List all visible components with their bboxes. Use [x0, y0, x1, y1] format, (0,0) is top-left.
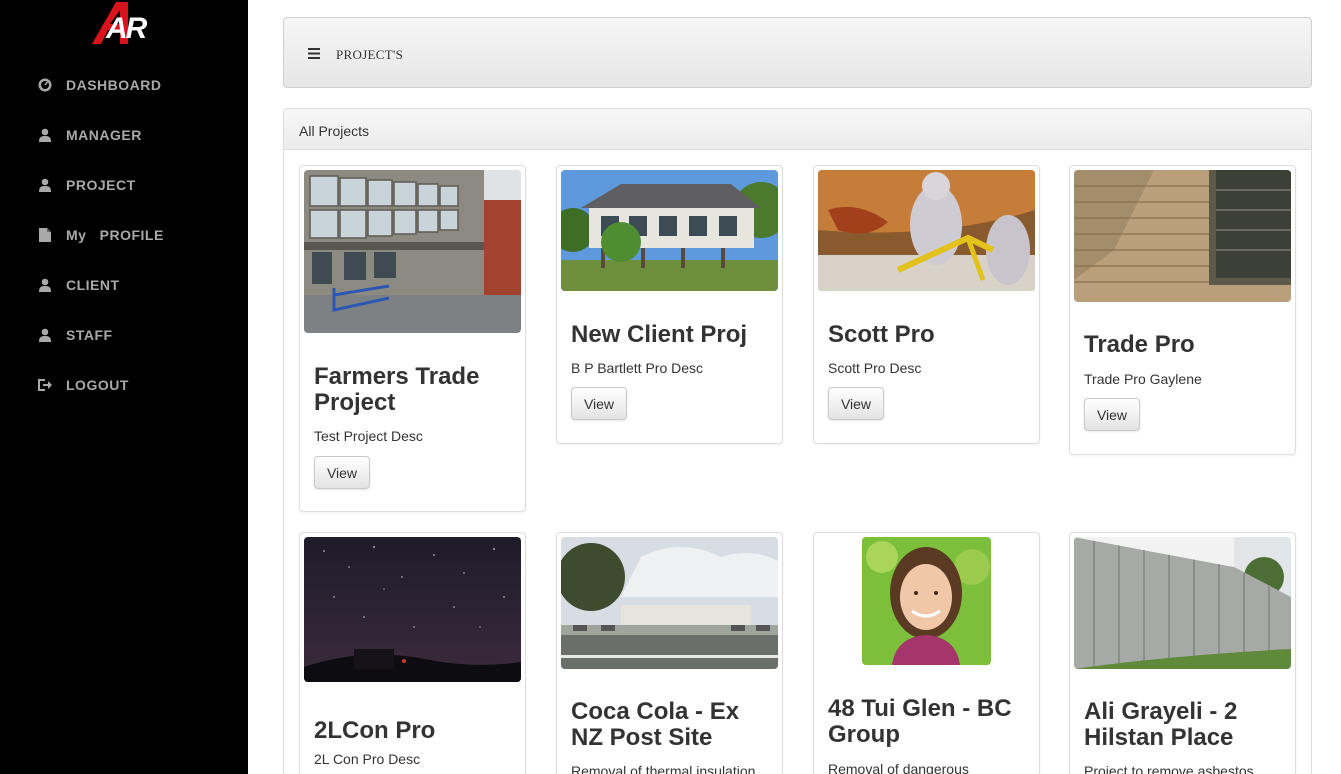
fence-photo[interactable]	[1074, 537, 1291, 669]
project-desc: Removal of thermal insulation	[571, 763, 756, 774]
project-card: Scott Pro Scott Pro Desc View	[813, 165, 1040, 444]
project-card: 2LCon Pro 2L Con Pro Desc	[299, 532, 526, 774]
street-view-photo[interactable]	[561, 537, 778, 669]
page-header: PROJECT'S	[283, 17, 1312, 88]
nav-label: MANAGER	[66, 127, 142, 143]
project-desc: Removal of dangerous	[828, 761, 969, 774]
nav-label: PROJECT	[66, 177, 136, 193]
project-card: Ali Grayeli - 2 Hilstan Place Project to…	[1069, 532, 1296, 774]
brick-wall-photo[interactable]	[1074, 170, 1291, 302]
user-icon	[36, 326, 54, 344]
project-title: Coca Cola - Ex NZ Post Site	[571, 698, 740, 751]
sidebar: AR DASHBOARD MANAGER PROJECT My PROFILE	[0, 0, 248, 774]
nav-item-dashboard[interactable]: DASHBOARD	[36, 70, 162, 100]
project-title: Trade Pro	[1084, 331, 1195, 358]
user-icon	[36, 176, 54, 194]
asbestos-worker-photo[interactable]	[818, 170, 1035, 291]
view-button[interactable]: View	[1084, 398, 1140, 431]
house-photo[interactable]	[561, 170, 778, 291]
menu-icon[interactable]	[308, 46, 322, 59]
project-card: Farmers Trade Project Test Project Desc …	[299, 165, 526, 512]
project-title: 48 Tui Glen - BC Group	[828, 695, 1012, 748]
nav-label: LOGOUT	[66, 377, 129, 393]
user-icon	[36, 276, 54, 294]
project-desc: B P Bartlett Pro Desc	[571, 360, 704, 376]
dashboard-icon	[36, 76, 54, 94]
nav-label: STAFF	[66, 327, 113, 343]
nav-item-project[interactable]: PROJECT	[36, 170, 136, 200]
project-desc: Test Project Desc	[314, 428, 423, 444]
project-title: Farmers Trade Project	[314, 363, 480, 416]
view-button[interactable]: View	[571, 387, 627, 420]
logout-icon	[36, 376, 54, 394]
view-button[interactable]: View	[828, 387, 884, 420]
project-desc: 2L Con Pro Desc	[314, 751, 421, 767]
panel-heading: All Projects	[284, 109, 1311, 150]
nav-label: CLIENT	[66, 277, 120, 293]
app-logo[interactable]: AR	[88, 0, 160, 50]
nav-item-logout[interactable]: LOGOUT	[36, 370, 129, 400]
project-card: Coca Cola - Ex NZ Post Site Removal of t…	[556, 532, 783, 774]
project-desc: Trade Pro Gaylene	[1084, 371, 1202, 387]
page-title: PROJECT'S	[336, 47, 404, 62]
user-icon	[36, 126, 54, 144]
file-icon	[36, 226, 54, 244]
project-title: Scott Pro	[828, 321, 935, 348]
project-card: New Client Proj B P Bartlett Pro Desc Vi…	[556, 165, 783, 444]
view-button[interactable]: View	[314, 456, 370, 489]
nav-item-manager[interactable]: MANAGER	[36, 120, 142, 150]
nav-item-client[interactable]: CLIENT	[36, 270, 120, 300]
night-sky-photo[interactable]	[304, 537, 521, 682]
project-title: Ali Grayeli - 2 Hilstan Place	[1084, 698, 1238, 751]
project-desc: Project to remove asbestos	[1084, 763, 1254, 774]
project-title: 2LCon Pro	[314, 717, 436, 744]
nav-item-staff[interactable]: STAFF	[36, 320, 113, 350]
nav-item-my-profile[interactable]: My PROFILE	[36, 220, 164, 250]
project-title: New Client Proj	[571, 321, 748, 348]
nav-label: DASHBOARD	[66, 77, 162, 93]
projects-panel: All Projects Farmers Trade Project Test …	[283, 108, 1312, 774]
nav-label: My PROFILE	[66, 227, 164, 243]
project-desc: Scott Pro Desc	[828, 360, 922, 376]
portrait-photo[interactable]	[862, 537, 991, 665]
logo-text: AR	[106, 12, 147, 45]
building-photo[interactable]	[304, 170, 521, 333]
project-card: 48 Tui Glen - BC Group Removal of danger…	[813, 532, 1040, 774]
project-card: Trade Pro Trade Pro Gaylene View	[1069, 165, 1296, 455]
